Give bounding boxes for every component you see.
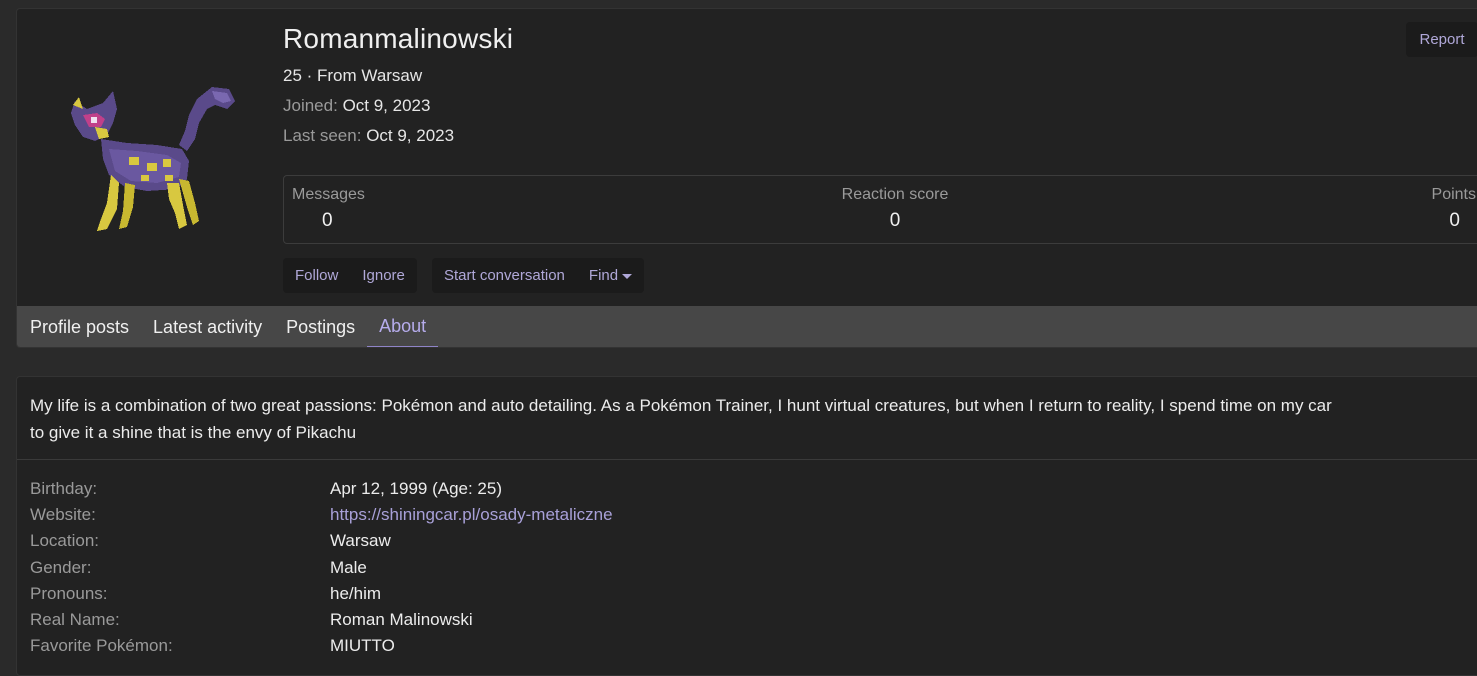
field-birthday-value: Apr 12, 1999 (Age: 25) [330, 479, 503, 498]
avatar[interactable] [47, 79, 237, 239]
last-seen-label: Last seen: [283, 126, 362, 145]
about-bio-line-2: to give it a shine that is the envy of P… [30, 423, 357, 442]
field-location: Location: Warsaw [30, 528, 1470, 554]
last-seen-value: Oct 9, 2023 [366, 126, 455, 145]
stat-reaction-score[interactable]: Reaction score 0 [824, 186, 966, 232]
about-card: My life is a combination of two great pa… [16, 376, 1477, 676]
tab-latest-activity[interactable]: Latest activity [141, 306, 274, 347]
field-gender-value: Male [330, 558, 367, 577]
joined-label: Joined: [283, 96, 338, 115]
field-gender-label: Gender: [30, 558, 92, 577]
stat-reaction-score-label: Reaction score [841, 186, 949, 203]
start-conversation-button[interactable]: Start conversation [432, 258, 577, 293]
joined-line: Joined: Oct 9, 2023 [283, 96, 430, 116]
follow-ignore-group: Follow Ignore [283, 258, 417, 293]
follow-button[interactable]: Follow [283, 258, 350, 293]
field-birthday-label: Birthday: [30, 479, 98, 498]
divider [17, 459, 1477, 460]
field-favorite-pokemon-value: MIUTTO [330, 636, 395, 655]
stats-box: Messages 0 Reaction score 0 Points 0 [283, 175, 1477, 244]
conversation-find-group: Start conversation Find [432, 258, 645, 293]
stat-reaction-score-value: 0 [889, 210, 901, 231]
last-seen-line: Last seen: Oct 9, 2023 [283, 126, 454, 146]
tab-profile-posts[interactable]: Profile posts [18, 306, 141, 347]
stat-points-value: 0 [1449, 210, 1460, 231]
tab-about[interactable]: About [367, 306, 439, 347]
ignore-button[interactable]: Ignore [350, 258, 417, 293]
about-bio: My life is a combination of two great pa… [30, 392, 1470, 446]
field-favorite-pokemon: Favorite Pokémon: MIUTTO [30, 633, 1470, 659]
field-pronouns-value: he/him [330, 584, 382, 603]
field-website: Website: https://shiningcar.pl/osady-met… [30, 502, 1470, 528]
stat-points-label: Points [1431, 186, 1476, 203]
find-button[interactable]: Find [577, 258, 644, 293]
field-website-label: Website: [30, 505, 96, 524]
about-bio-line-1: My life is a combination of two great pa… [30, 396, 1332, 415]
field-favorite-pokemon-label: Favorite Pokémon: [30, 636, 173, 655]
joined-value: Oct 9, 2023 [342, 96, 431, 115]
stat-points[interactable]: Points 0 [1432, 186, 1476, 232]
website-link[interactable]: https://shiningcar.pl/osady-metaliczne [330, 502, 613, 528]
profile-username: Romanmalinowski [283, 23, 514, 54]
chevron-down-icon [622, 273, 633, 279]
field-pronouns: Pronouns: he/him [30, 581, 1470, 607]
field-birthday: Birthday: Apr 12, 1999 (Age: 25) [30, 476, 1470, 502]
profile-header-card: Romanmalinowski Report 25 · From Warsaw … [16, 8, 1477, 348]
field-pronouns-label: Pronouns: [30, 584, 108, 603]
field-real-name: Real Name: Roman Malinowski [30, 607, 1470, 633]
tab-postings[interactable]: Postings [274, 306, 367, 347]
field-gender: Gender: Male [30, 555, 1470, 581]
find-label: Find [588, 267, 619, 284]
field-real-name-label: Real Name: [30, 610, 120, 629]
age-location: 25 · From Warsaw [283, 66, 423, 85]
profile-tabs: Profile posts Latest activity Postings A… [17, 306, 1477, 347]
pokemon-avatar-icon [71, 87, 235, 231]
field-real-name-value: Roman Malinowski [330, 610, 473, 629]
field-location-value: Warsaw [330, 531, 391, 550]
stat-messages-label: Messages [292, 186, 365, 203]
stat-messages[interactable]: Messages 0 [292, 186, 365, 232]
report-button[interactable]: Report [1406, 22, 1477, 57]
stat-messages-value: 0 [322, 210, 333, 231]
field-location-label: Location: [30, 531, 99, 550]
